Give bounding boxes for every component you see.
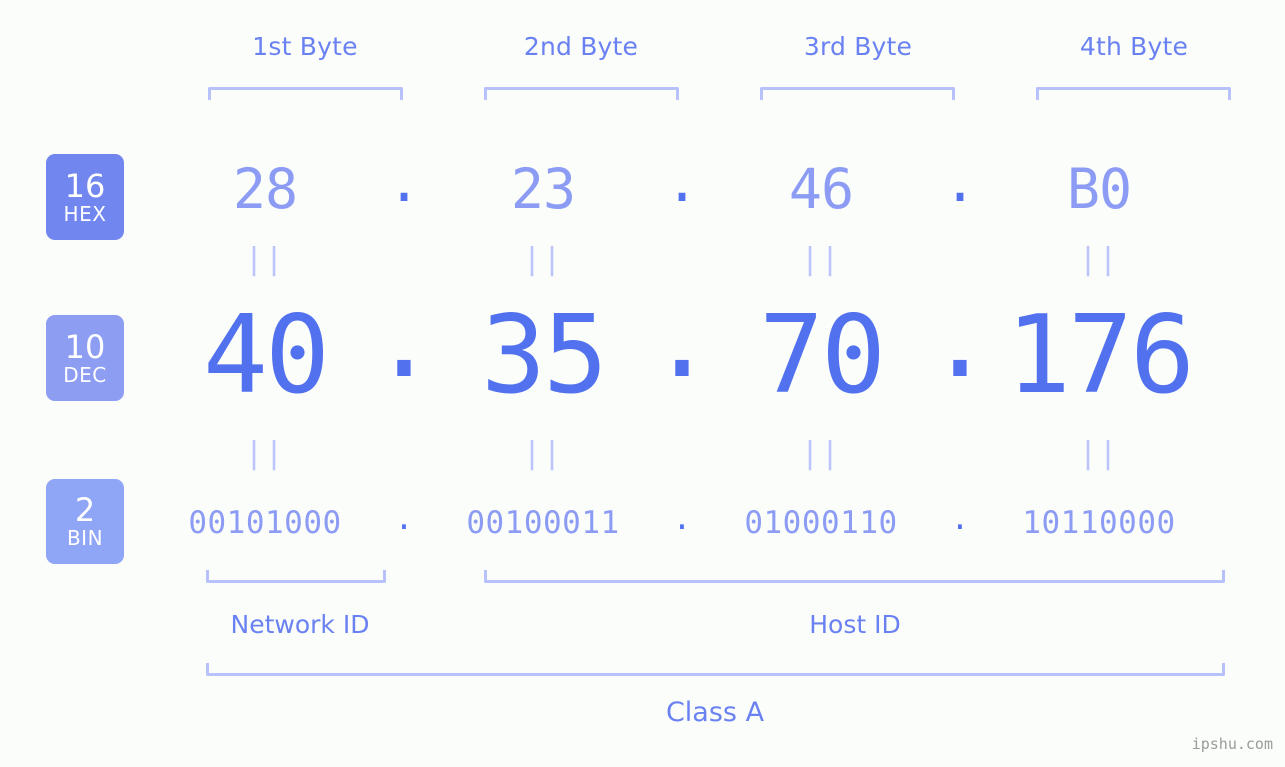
class-bracket xyxy=(206,663,1225,676)
bin-byte-1: 00101000 xyxy=(188,504,342,541)
hex-separator-1: . xyxy=(387,150,421,214)
equals-row-hex-dec: || || || || xyxy=(150,244,1285,276)
ip-address-breakdown-diagram: 1st Byte 2nd Byte 3rd Byte 4th Byte 16 H… xyxy=(0,0,1285,767)
host-id-bracket xyxy=(484,570,1225,583)
class-label: Class A xyxy=(665,697,765,728)
equals-row-dec-bin: || || || || xyxy=(150,438,1285,470)
base-badge-dec-number: 10 xyxy=(64,327,106,366)
base-badge-hex: 16 HEX xyxy=(46,154,124,240)
equals-icon: || xyxy=(800,436,842,471)
base-badge-bin-name: BIN xyxy=(66,526,104,550)
hex-byte-2: 23 xyxy=(510,157,576,221)
base-badge-dec: 10 DEC xyxy=(46,315,124,401)
equals-cell-4: || xyxy=(984,439,1214,469)
base-badge-dec-name: DEC xyxy=(63,362,107,387)
equals-icon: || xyxy=(1078,436,1120,471)
bin-byte-3: 01000110 xyxy=(744,504,898,541)
byte-header-3: 3rd Byte xyxy=(803,32,913,61)
hex-separator-3: . xyxy=(943,150,977,214)
byte-header-4: 4th Byte xyxy=(1079,32,1189,61)
bin-separator-3: . xyxy=(950,500,970,537)
dec-separator-1: . xyxy=(371,277,437,402)
dec-byte-3: 70 xyxy=(758,292,886,418)
bin-byte-4: 10110000 xyxy=(1022,504,1176,541)
equals-cell-4: || xyxy=(984,245,1214,275)
equals-cell-2: || xyxy=(428,245,658,275)
equals-icon: || xyxy=(1078,242,1120,277)
equals-icon: || xyxy=(522,242,564,277)
base-badge-hex-name: HEX xyxy=(63,201,107,226)
byte-header-2: 2nd Byte xyxy=(523,32,639,61)
bin-separator-2: . xyxy=(672,500,692,537)
network-id-label: Network ID xyxy=(230,610,370,639)
dec-separator-3: . xyxy=(927,277,993,402)
equals-cell-3: || xyxy=(706,245,936,275)
hex-byte-1: 28 xyxy=(232,157,298,221)
bin-separator-1: . xyxy=(394,500,414,537)
dec-byte-2: 35 xyxy=(480,292,608,418)
hex-value-row: 28 . 23 . 46 . B0 xyxy=(150,150,1285,228)
equals-icon: || xyxy=(244,242,286,277)
equals-icon: || xyxy=(244,436,286,471)
host-id-label: Host ID xyxy=(809,610,901,639)
bin-byte-2: 00100011 xyxy=(466,504,620,541)
hex-byte-3: 46 xyxy=(788,157,854,221)
network-id-bracket xyxy=(206,570,386,583)
hex-byte-4: B0 xyxy=(1066,157,1132,221)
equals-cell-3: || xyxy=(706,439,936,469)
dec-byte-1: 40 xyxy=(202,292,330,418)
byte-bracket-top-4 xyxy=(1036,87,1231,100)
equals-cell-1: || xyxy=(150,439,380,469)
base-badge-bin-number: 2 xyxy=(74,491,96,529)
equals-cell-1: || xyxy=(150,245,380,275)
equals-icon: || xyxy=(800,242,842,277)
equals-cell-2: || xyxy=(428,439,658,469)
hex-separator-2: . xyxy=(665,150,699,214)
byte-bracket-top-2 xyxy=(484,87,679,100)
dec-separator-2: . xyxy=(649,277,715,402)
base-badge-hex-number: 16 xyxy=(64,166,106,205)
bin-value-row: 00101000 . 00100011 . 01000110 . 1011000… xyxy=(150,495,1285,550)
dec-value-row: 40 . 35 . 70 . 176 xyxy=(150,277,1285,418)
dec-byte-4: 176 xyxy=(1005,292,1195,418)
byte-bracket-top-3 xyxy=(760,87,955,100)
byte-bracket-top-1 xyxy=(208,87,403,100)
base-badge-bin: 2 BIN xyxy=(46,479,124,564)
equals-icon: || xyxy=(522,436,564,471)
byte-header-1: 1st Byte xyxy=(252,32,358,61)
watermark: ipshu.com xyxy=(1191,735,1273,753)
